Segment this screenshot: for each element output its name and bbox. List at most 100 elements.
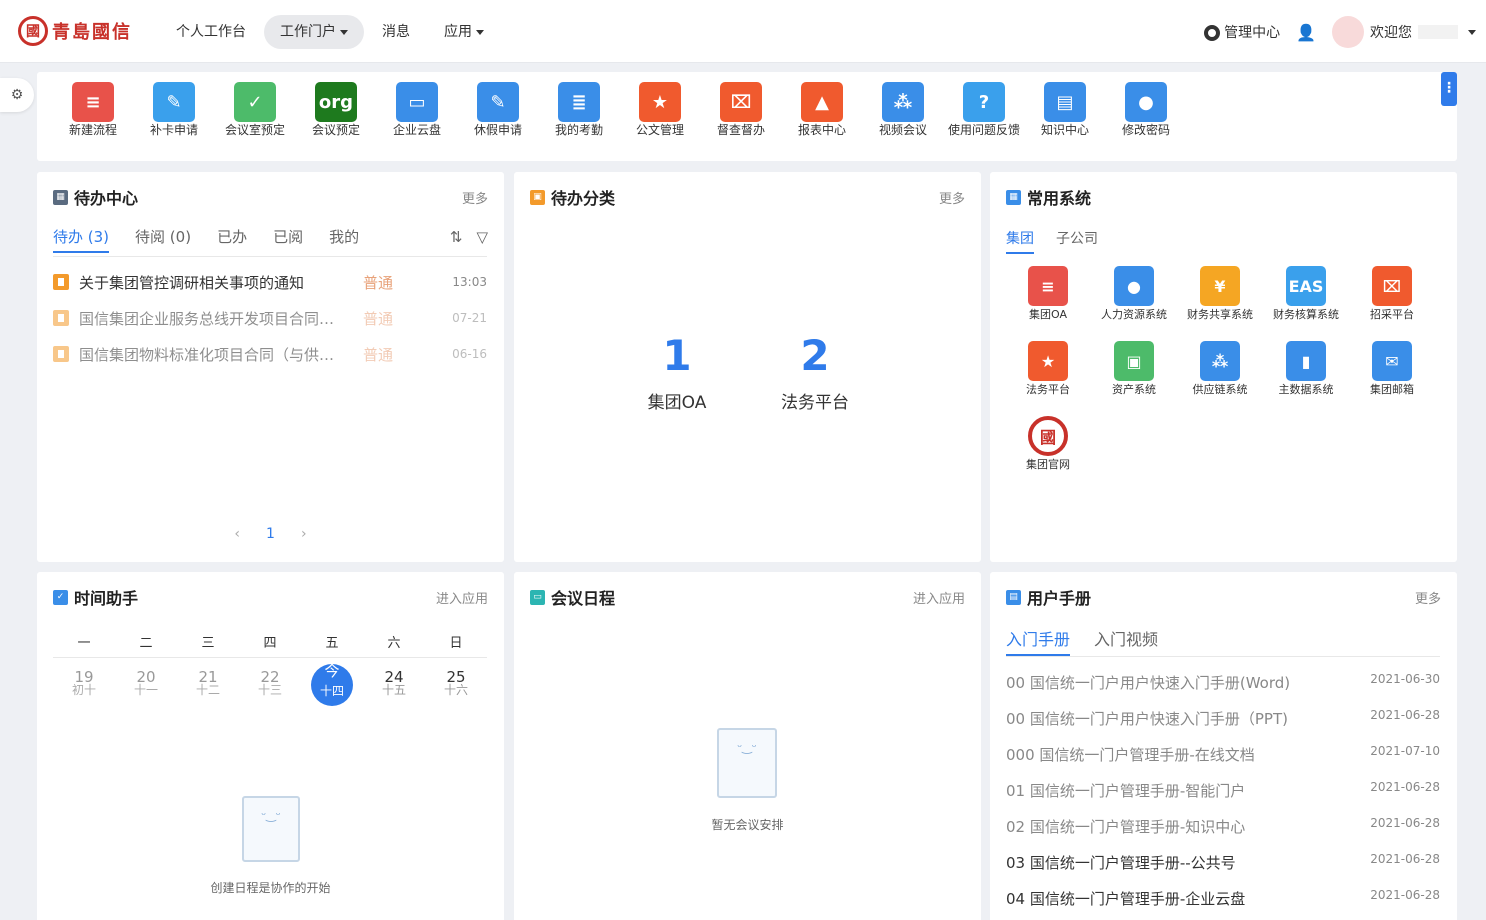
category-name: 法务平台 [781,393,849,413]
manual-row[interactable]: 03 国信统一门户管理手册--公共号 2021-06-28 [1006,852,1440,873]
system-icon: ▣ [1114,341,1154,381]
system-icon: ▮ [1286,341,1326,381]
contacts-icon[interactable]: 👤 [1296,23,1316,42]
day-number: 19 [74,668,94,686]
shortcut-item[interactable]: ? 使用问题反馈 [948,82,1020,137]
nav-work-portal[interactable]: 工作门户 [264,15,364,49]
shortcut-item[interactable]: ▭ 企业云盘 [381,82,453,137]
category-item-oa[interactable]: 1 集团OA [632,330,722,413]
manual-row[interactable]: 00 国信统一门户用户快速入门手册（PPT) 2021-06-28 [1006,708,1440,729]
enter-app-link[interactable]: 进入应用 [913,588,965,607]
page-number[interactable]: 1 [266,526,275,542]
side-settings-tab[interactable]: ⚙ [0,78,34,112]
calendar-day[interactable]: 25 十六 [425,670,487,706]
tab-subsidiary[interactable]: 子公司 [1056,228,1098,254]
sort-icon[interactable]: ⇅ [450,228,463,246]
system-item[interactable]: ¥ 财务共享系统 [1182,266,1258,321]
shortcut-label: 我的考勤 [554,123,603,137]
manual-date: 2021-06-28 [1370,780,1440,794]
category-item-legal[interactable]: 2 法务平台 [770,330,860,413]
shortcut-item[interactable]: ★ 公文管理 [624,82,696,137]
shortcut-icon: ● [1125,82,1167,122]
shortcut-label: 补卡申请 [149,123,198,137]
calendar-day[interactable]: 今十四 [301,664,363,706]
system-icon: ¥ [1200,266,1240,306]
card-title: 用户手册 [1027,589,1092,608]
system-item[interactable]: ✉ 集团邮箱 [1354,341,1430,396]
shortcut-item[interactable]: ⁂ 视频会议 [867,82,939,137]
calendar-day[interactable]: 20 十一 [115,670,177,706]
system-item[interactable]: ⌧ 招采平台 [1354,266,1430,321]
manual-row[interactable]: 00 国信统一门户用户快速入门手册(Word) 2021-06-30 [1006,672,1440,693]
system-item[interactable]: 國集团官网 [1010,416,1086,471]
time-assistant-card: ✓ 时间助手 进入应用 一二三四五六日 19 初十 20 十一 21 十二 22 十三今十四 24… [37,572,504,920]
todo-row[interactable]: 国信集团物料标准化项目合同（与供应商签订） 普通 06-16 [53,343,487,365]
tab-done[interactable]: 已办 [217,226,247,253]
enter-app-link[interactable]: 进入应用 [436,588,488,607]
more-link[interactable]: 更多 [1415,588,1441,607]
todo-row[interactable]: 国信集团企业服务总线开发项目合同执行情况 普通 07-21 [53,307,487,329]
priority-label: 普通 [363,345,394,364]
system-item[interactable]: ▣ 资产系统 [1096,341,1172,396]
shortcut-item[interactable]: ▤ 知识中心 [1029,82,1101,137]
user-menu[interactable]: 欢迎您 [1332,16,1476,48]
tab-to-read[interactable]: 待阅 (0) [135,226,191,253]
todo-row[interactable]: 关于集团管控调研相关事项的通知 普通 13:03 [53,271,487,293]
nav-label: 个人工作台 [176,24,246,40]
tab-mine[interactable]: 我的 [329,226,359,253]
system-label: 供应链系统 [1192,383,1248,396]
system-item[interactable]: ⁂ 供应链系统 [1182,341,1258,396]
tab-read[interactable]: 已阅 [273,226,303,253]
shortcut-item[interactable]: ⌧ 督查督办 [705,82,777,137]
manual-title: 000 国信统一门户管理手册-在线文档 [1006,746,1255,764]
nav-personal-workspace[interactable]: 个人工作台 [160,15,262,49]
system-item[interactable]: ★ 法务平台 [1010,341,1086,396]
nav-messages[interactable]: 消息 [366,15,426,49]
nav-label: 消息 [382,24,410,40]
shortcut-item[interactable]: ≡ 新建流程 [57,82,129,137]
manual-date: 2021-06-30 [1370,672,1440,686]
tab-todo[interactable]: 待办 (3) [53,226,110,253]
more-link[interactable]: 更多 [462,188,488,207]
shortcut-item[interactable]: ✓ 会议室预定 [219,82,291,137]
calendar-day[interactable]: 21 十二 [177,670,239,706]
manual-row[interactable]: 000 国信统一门户管理手册-在线文档 2021-07-10 [1006,744,1440,765]
shortcut-item[interactable]: ● 修改密码 [1110,82,1182,137]
admin-center-link[interactable]: 管理中心 [1204,22,1280,42]
filter-icon[interactable]: ▽ [476,228,488,246]
tab-group[interactable]: 集团 [1006,228,1034,254]
manual-row[interactable]: 01 国信统一门户管理手册-智能门户 2021-06-28 [1006,780,1440,801]
calendar-week: 19 初十 20 十一 21 十二 22 十三今十四 24 十五 25 十六 [53,664,487,706]
manual-row[interactable]: 02 国信统一门户管理手册-知识中心 2021-06-28 [1006,816,1440,837]
nav-apps[interactable]: 应用 [428,15,500,49]
calendar-day[interactable]: 24 十五 [363,670,425,706]
brand-logo[interactable]: 國 青島國信 [18,16,132,46]
next-page-icon[interactable]: › [301,526,307,542]
system-item[interactable]: ● 人力资源系统 [1096,266,1172,321]
shortcut-item[interactable]: ✎ 补卡申请 [138,82,210,137]
shortcut-icon: ≡ [72,82,114,122]
prev-page-icon[interactable]: ‹ [234,526,240,542]
more-options-button[interactable]: ⋮ [1441,72,1457,106]
shortcut-item[interactable]: org 会议预定 [300,82,372,137]
calendar-day[interactable]: 19 初十 [53,670,115,706]
todo-time: 06-16 [452,347,487,361]
shortcut-icon: ✎ [477,82,519,122]
shortcut-item[interactable]: ✎ 休假申请 [462,82,534,137]
more-link[interactable]: 更多 [939,188,965,207]
weekday-label: 一 [77,636,91,651]
system-item[interactable]: ≡ 集团OA [1010,266,1086,321]
shortcut-item[interactable]: ▲ 报表中心 [786,82,858,137]
tab-intro-manual[interactable]: 入门手册 [1006,626,1071,656]
weekday-header: 一二三四五六日 [53,632,487,658]
calendar-day[interactable]: 22 十三 [239,670,301,706]
system-item[interactable]: ▮ 主数据系统 [1268,341,1344,396]
manual-row[interactable]: 04 国信统一门户管理手册-企业云盘 2021-06-28 [1006,888,1440,909]
weekday-label: 五 [325,636,339,651]
system-label: 财务核算系统 [1273,308,1339,321]
tab-intro-video[interactable]: 入门视频 [1094,626,1158,656]
shortcut-item[interactable]: ≣ 我的考勤 [543,82,615,137]
weekday-label: 三 [201,636,215,651]
system-item[interactable]: EAS 财务核算系统 [1268,266,1344,321]
settings-icon [1204,25,1221,41]
